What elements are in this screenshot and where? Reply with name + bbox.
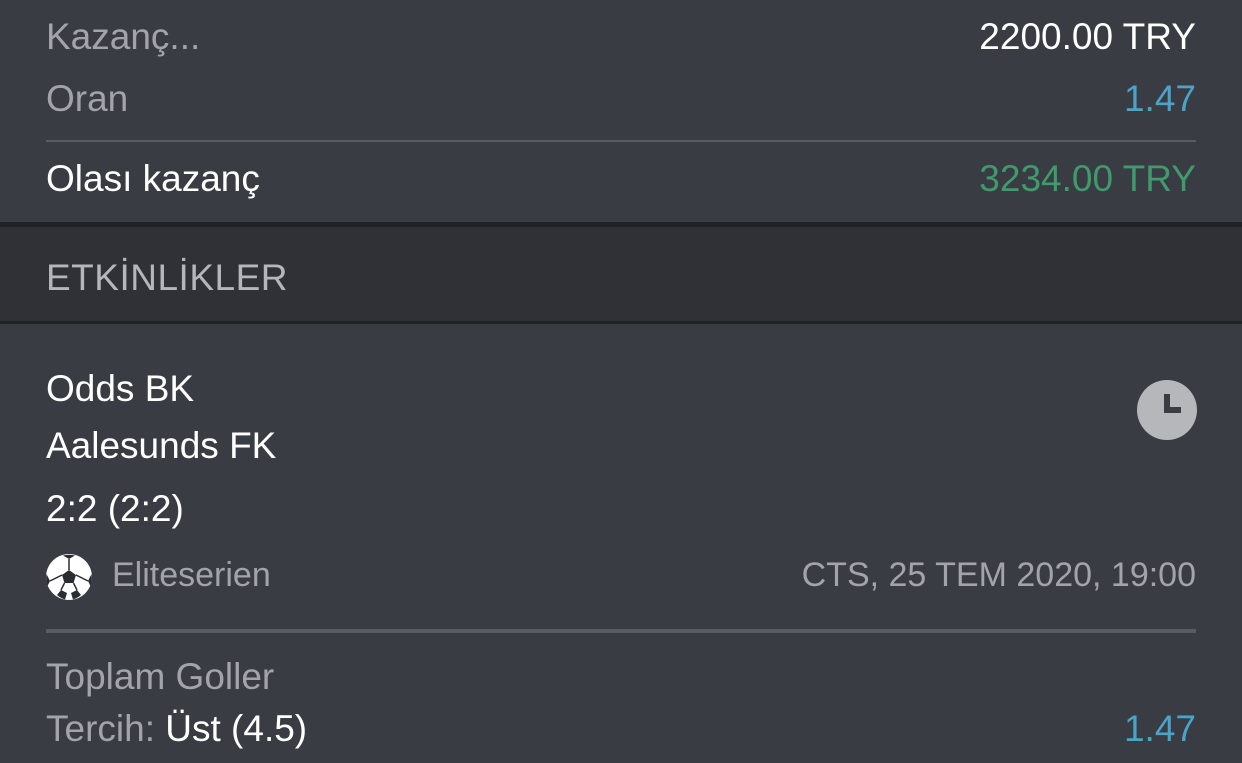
clock-icon bbox=[1137, 380, 1197, 440]
pick-value: Üst (4.5) bbox=[165, 708, 308, 749]
home-team: Odds BK bbox=[46, 368, 195, 409]
events-section-header: ETKİNLİKLER bbox=[0, 222, 1242, 324]
event-datetime: CTS, 25 TEM 2020, 19:00 bbox=[801, 556, 1196, 594]
event-score: 2:2 (2:2) bbox=[46, 488, 184, 529]
soccer-ball-icon bbox=[46, 554, 92, 600]
potential-win-label: Olası kazanç bbox=[46, 158, 260, 199]
pick-label: Tercih: bbox=[46, 708, 155, 749]
league-name: Eliteserien bbox=[112, 556, 271, 594]
odds-row: Oran 1.47 bbox=[46, 78, 1196, 120]
stake-value: 2200.00 TRY bbox=[979, 16, 1196, 57]
stake-label: Kazanç... bbox=[46, 16, 201, 57]
bet-slip-screen: Kazanç... 2200.00 TRY Oran 1.47 Olası ka… bbox=[0, 0, 1242, 763]
summary-divider bbox=[46, 140, 1196, 142]
away-team: Aalesunds FK bbox=[46, 425, 277, 466]
odds-value: 1.47 bbox=[1123, 78, 1196, 119]
pick-row: Tercih: Üst (4.5) 1.47 bbox=[46, 708, 1196, 750]
potential-win-value: 3234.00 TRY bbox=[979, 158, 1196, 199]
odds-label: Oran bbox=[46, 78, 129, 119]
market-name: Toplam Goller bbox=[46, 656, 275, 697]
stake-row: Kazanç... 2200.00 TRY bbox=[46, 16, 1196, 58]
potential-win-row: Olası kazanç 3234.00 TRY bbox=[46, 158, 1196, 200]
events-section-title: ETKİNLİKLER bbox=[46, 257, 288, 298]
pick-odds: 1.47 bbox=[1123, 708, 1196, 749]
event-divider bbox=[46, 629, 1196, 633]
